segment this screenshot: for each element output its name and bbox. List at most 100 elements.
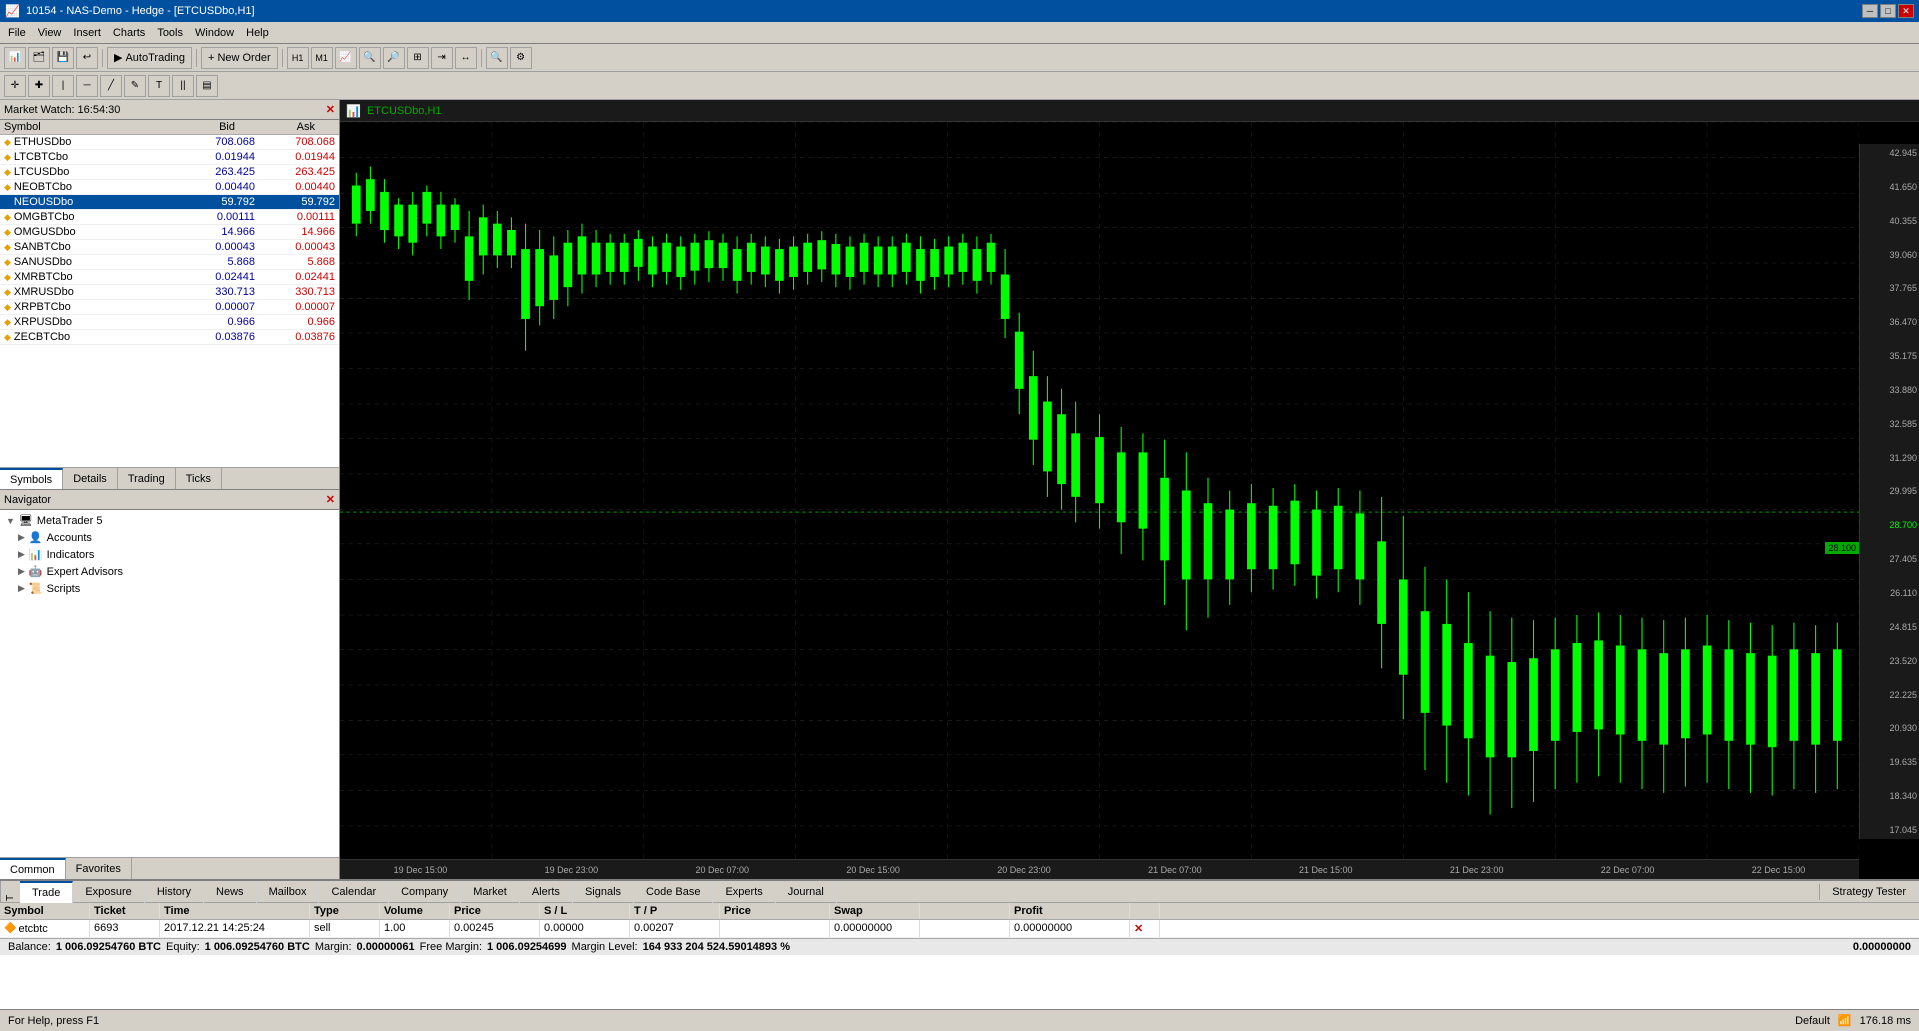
tab-company[interactable]: Company xyxy=(389,881,461,903)
search-button[interactable]: 🔍 xyxy=(486,47,508,69)
nav-item-experts[interactable]: ▶ 🤖 Expert Advisors xyxy=(2,563,337,580)
autoscroll-button[interactable]: ↔ xyxy=(455,47,477,69)
market-watch-row[interactable]: ◆ OMGUSDbo 14.966 14.966 xyxy=(0,225,339,240)
mw-tab-trading[interactable]: Trading xyxy=(118,468,176,489)
menu-insert[interactable]: Insert xyxy=(67,25,107,41)
nav-item-metatrader[interactable]: ▼ 🖥 MetaTrader 5 xyxy=(2,512,337,529)
strategy-tester-button[interactable]: Strategy Tester xyxy=(1819,884,1919,900)
market-watch-row[interactable]: ◆ LTCBTCbo 0.01944 0.01944 xyxy=(0,150,339,165)
market-watch-row[interactable]: ◆ XRPBTCbo 0.00007 0.00007 xyxy=(0,300,339,315)
toolbox-btn[interactable]: T xyxy=(0,881,20,903)
menu-tools[interactable]: Tools xyxy=(151,25,189,41)
titlebar-controls[interactable]: ─ □ ✕ xyxy=(1862,4,1914,18)
text-button[interactable]: T xyxy=(148,75,170,97)
nav-item-indicators[interactable]: ▶ 📊 Indicators xyxy=(2,546,337,563)
col-sl: S / L xyxy=(540,903,630,919)
period-sep-button[interactable]: || xyxy=(172,75,194,97)
ask-cell: 0.00440 xyxy=(255,181,335,193)
zoom-out-button[interactable]: 🔎 xyxy=(383,47,405,69)
horizontal-line-button[interactable]: ─ xyxy=(76,75,98,97)
trend-line-button[interactable]: ╱ xyxy=(100,75,122,97)
tab-experts[interactable]: Experts xyxy=(713,881,775,903)
profiles-button[interactable]: 🗂 xyxy=(28,47,50,69)
menu-help[interactable]: Help xyxy=(240,25,275,41)
trade-ticket: 6693 xyxy=(90,920,160,937)
tab-market[interactable]: Market xyxy=(461,881,520,903)
menu-view[interactable]: View xyxy=(32,25,68,41)
market-watch-row[interactable]: ◆ ZECBTCbo 0.03876 0.03876 xyxy=(0,330,339,345)
new-chart-button[interactable]: 📊 xyxy=(4,47,26,69)
tab-history[interactable]: History xyxy=(145,881,204,903)
mw-tab-details[interactable]: Details xyxy=(63,468,118,489)
bottom-tabs: T Trade Exposure History News Mailbox Ca… xyxy=(0,881,1919,903)
crosshair-button[interactable]: ✚ xyxy=(28,75,50,97)
market-watch-row[interactable]: ◆ XMRUSDbo 330.713 330.713 xyxy=(0,285,339,300)
current-price-label: 28.100 xyxy=(1825,542,1859,554)
nav-item-scripts[interactable]: ▶ 📜 Scripts xyxy=(2,580,337,597)
chart-area[interactable]: 📊 ETCUSDbo,H1 42.945 41.650 40.355 39.06… xyxy=(340,100,1919,879)
main-area: Market Watch: 16:54:30 ✕ Symbol Bid Ask … xyxy=(0,100,1919,879)
chart-canvas[interactable]: 42.945 41.650 40.355 39.060 37.765 36.47… xyxy=(340,122,1919,859)
trade-close-btn[interactable]: ✕ xyxy=(1130,920,1160,937)
bid-cell: 263.425 xyxy=(175,166,255,178)
tab-journal[interactable]: Journal xyxy=(776,881,837,903)
market-watch-row[interactable]: ◆ OMGBTCbo 0.00111 0.00111 xyxy=(0,210,339,225)
minimize-button[interactable]: ─ xyxy=(1862,4,1878,18)
market-watch-row[interactable]: ◆ NEOUSDbo 59.792 59.792 xyxy=(0,195,339,210)
symbol-cell: ◆ SANUSDbo xyxy=(4,256,175,268)
market-watch-column-headers: Symbol Bid Ask xyxy=(0,120,339,135)
bottom-panel: T Trade Exposure History News Mailbox Ca… xyxy=(0,879,1919,1009)
tab-signals[interactable]: Signals xyxy=(573,881,634,903)
tab-codebase[interactable]: Code Base xyxy=(634,881,713,903)
nav-expand-indicators: ▶ xyxy=(18,549,25,560)
symbol-icon: ◆ xyxy=(4,152,11,163)
tab-exposure[interactable]: Exposure xyxy=(73,881,144,903)
profit-value: 0.00000000 xyxy=(1853,941,1911,953)
menu-window[interactable]: Window xyxy=(189,25,240,41)
ask-cell: 59.792 xyxy=(255,196,335,208)
period-h1-button[interactable]: H1 xyxy=(287,47,309,69)
market-watch-row[interactable]: ◆ XRPUSDbo 0.966 0.966 xyxy=(0,315,339,330)
menu-file[interactable]: File xyxy=(2,25,32,41)
nav-tab-favorites[interactable]: Favorites xyxy=(66,858,132,879)
market-watch-row[interactable]: ◆ NEOBTCbo 0.00440 0.00440 xyxy=(0,180,339,195)
mw-tab-symbols[interactable]: Symbols xyxy=(0,468,63,489)
mw-tab-ticks[interactable]: Ticks xyxy=(176,468,222,489)
tab-trade[interactable]: Trade xyxy=(20,881,73,903)
chart-y-axis: 42.945 41.650 40.355 39.060 37.765 36.47… xyxy=(1859,144,1919,839)
chart-type-button[interactable]: 📈 xyxy=(335,47,357,69)
auto-trading-button[interactable]: ▶ AutoTrading xyxy=(107,47,192,69)
period-h4-button[interactable]: M1 xyxy=(311,47,333,69)
zoom-in-button[interactable]: 🔍 xyxy=(359,47,381,69)
scroll-end-button[interactable]: ⇥ xyxy=(431,47,453,69)
back-button[interactable]: ↩ xyxy=(76,47,98,69)
bid-cell: 0.02441 xyxy=(175,271,255,283)
navigator-close[interactable]: ✕ xyxy=(326,493,335,506)
draw-tool-button[interactable]: ✎ xyxy=(124,75,146,97)
cursor-button[interactable]: ✛ xyxy=(4,75,26,97)
maximize-button[interactable]: □ xyxy=(1880,4,1896,18)
settings-button[interactable]: ⚙ xyxy=(510,47,532,69)
close-button[interactable]: ✕ xyxy=(1898,4,1914,18)
market-watch-row[interactable]: ◆ XMRBTCbo 0.02441 0.02441 xyxy=(0,270,339,285)
tab-news[interactable]: News xyxy=(204,881,257,903)
tab-alerts[interactable]: Alerts xyxy=(520,881,573,903)
market-watch-close[interactable]: ✕ xyxy=(326,103,335,116)
show-objects-button[interactable]: ▤ xyxy=(196,75,218,97)
nav-item-accounts[interactable]: ▶ 👤 Accounts xyxy=(2,529,337,546)
market-watch-row[interactable]: ◆ SANUSDbo 5.868 5.868 xyxy=(0,255,339,270)
market-watch-row[interactable]: ◆ ETHUSDbo 708.068 708.068 xyxy=(0,135,339,150)
new-order-button[interactable]: + New Order xyxy=(201,47,278,69)
symbol-cell: ◆ XRPUSDbo xyxy=(4,316,175,328)
menu-charts[interactable]: Charts xyxy=(107,25,151,41)
ask-cell: 263.425 xyxy=(255,166,335,178)
market-watch-row[interactable]: ◆ SANBTCbo 0.00043 0.00043 xyxy=(0,240,339,255)
market-watch-row[interactable]: ◆ LTCUSDbo 263.425 263.425 xyxy=(0,165,339,180)
tab-calendar[interactable]: Calendar xyxy=(319,881,389,903)
grid-button[interactable]: ⊞ xyxy=(407,47,429,69)
save-template-button[interactable]: 💾 xyxy=(52,47,74,69)
nav-tab-common[interactable]: Common xyxy=(0,858,66,879)
tab-mailbox[interactable]: Mailbox xyxy=(257,881,320,903)
vertical-line-button[interactable]: | xyxy=(52,75,74,97)
trade-profit: 0.00000000 xyxy=(1010,920,1130,937)
